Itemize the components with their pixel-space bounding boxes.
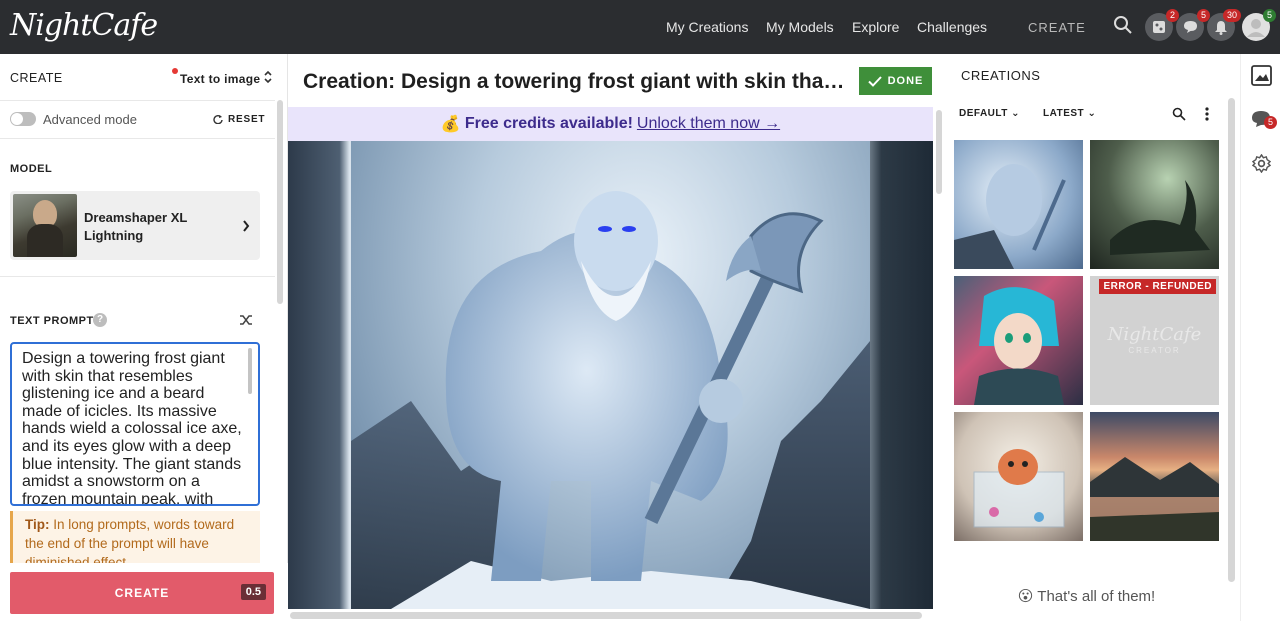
placeholder-subtext: CREATOR [1128,346,1181,355]
notifications-badge: 30 [1222,9,1241,22]
center-scrollbar[interactable] [936,110,942,194]
nav-create-button[interactable]: CREATE [1028,20,1086,35]
advanced-mode-toggle[interactable] [10,112,36,126]
profile-badge: 5 [1262,9,1276,22]
money-bag-icon: 💰 [440,116,461,133]
placeholder-logo: NightCafe [1107,324,1202,345]
comments-icon[interactable]: 5 [1251,110,1277,130]
creation-image-area [288,141,933,609]
settings-gear-icon[interactable] [1252,154,1271,173]
reset-button[interactable]: RESET [228,114,265,125]
gallery-view-icon[interactable] [1251,65,1272,86]
nav-my-models[interactable]: My Models [766,19,834,35]
search-icon[interactable] [1113,15,1133,35]
frost-giant-image[interactable] [351,141,870,609]
free-credits-banner: 💰 Free credits available! Unlock them no… [288,107,933,141]
help-icon[interactable]: ? [93,313,107,327]
creation-thumb-6[interactable] [1090,412,1219,541]
nav-explore[interactable]: Explore [852,19,899,35]
text-prompt-heading: TEXT PROMPT [10,315,94,327]
mode-selector[interactable]: Text to image [180,72,260,86]
nav-my-creations[interactable]: My Creations [666,19,748,35]
creation-view: Creation: Design a towering frost giant … [288,54,947,621]
messages-icon[interactable]: 5 [1176,9,1210,41]
check-icon [867,75,882,87]
chevron-down-icon: ⌄ [1087,108,1097,119]
create-panel-title: CREATE [10,71,63,85]
prompt-scrollbar[interactable] [248,348,252,394]
creation-thumb-3[interactable] [954,276,1083,405]
tip-label: Tip: [25,517,50,532]
creation-thumb-4-error[interactable]: NightCafe CREATOR ERROR - REFUNDED [1090,276,1219,405]
unlock-credits-link[interactable]: Unlock them now → [637,115,780,133]
end-of-list-message: 😮 That's all of them! [1017,588,1156,605]
create-button[interactable]: CREATE 0.5 [10,572,274,614]
comments-badge: 5 [1263,116,1277,129]
chevron-right-icon [243,220,250,232]
creations-panel: CREATIONS DEFAULT ⌄ LATEST ⌄ NightCafe C… [947,54,1280,621]
shuffle-icon[interactable] [239,313,253,327]
create-panel: CREATE Text to image Advanced mode RESET… [0,54,288,621]
model-heading: MODEL [10,163,53,175]
tip-text: In long prompts, words toward the end of… [25,517,235,563]
creation-thumb-1[interactable] [954,140,1083,269]
search-icon[interactable] [1172,107,1186,121]
model-name-line1: Dreamshaper XL [84,210,188,225]
new-dot-indicator [172,68,178,74]
sort-default-dropdown[interactable]: DEFAULT ⌄ [959,108,1020,119]
creations-heading: CREATIONS [961,68,1041,83]
more-options-icon[interactable] [1205,107,1209,121]
prompt-tip: Tip: In long prompts, words toward the e… [10,511,260,563]
model-selector-card[interactable]: Dreamshaper XL Lightning [10,191,260,260]
profile-avatar[interactable]: 5 [1242,9,1276,41]
credit-cost-badge: 0.5 [240,584,266,600]
right-icon-rail: 5 [1240,54,1280,621]
model-name: Dreamshaper XL Lightning [84,209,187,245]
page-title: Creation: Design a towering frost giant … [303,70,848,93]
done-label: DONE [887,75,924,87]
reset-icon[interactable] [213,114,223,124]
creation-thumb-5[interactable] [954,412,1083,541]
nav-challenges[interactable]: Challenges [917,19,987,35]
sort-latest-dropdown[interactable]: LATEST ⌄ [1043,108,1096,119]
nightcafe-logo[interactable]: NightCafe [10,8,158,43]
creations-scrollbar[interactable] [1228,98,1235,582]
sort-default-label: DEFAULT [959,108,1008,119]
model-name-line2: Lightning [84,228,144,243]
left-panel-scrollbar[interactable] [277,100,283,304]
image-horizontal-scrollbar[interactable] [290,612,922,619]
error-refunded-badge: ERROR - REFUNDED [1099,279,1216,294]
done-button[interactable]: DONE [859,67,932,95]
banner-headline: Free credits available! [464,115,633,132]
top-navbar: NightCafe My Creations My Models Explore… [0,0,1280,54]
creation-thumb-2[interactable] [1090,140,1219,269]
notifications-bell-icon[interactable]: 30 [1207,9,1241,41]
create-button-label: CREATE [114,586,170,600]
chevron-updown-icon[interactable] [263,70,273,84]
text-prompt-input[interactable]: Design a towering frost giant with skin … [10,342,260,506]
gallery-icon[interactable]: 2 [1145,9,1179,41]
advanced-mode-label: Advanced mode [43,112,137,127]
sort-latest-label: LATEST [1043,108,1085,119]
model-thumbnail [13,194,77,257]
chevron-down-icon: ⌄ [1011,108,1021,119]
